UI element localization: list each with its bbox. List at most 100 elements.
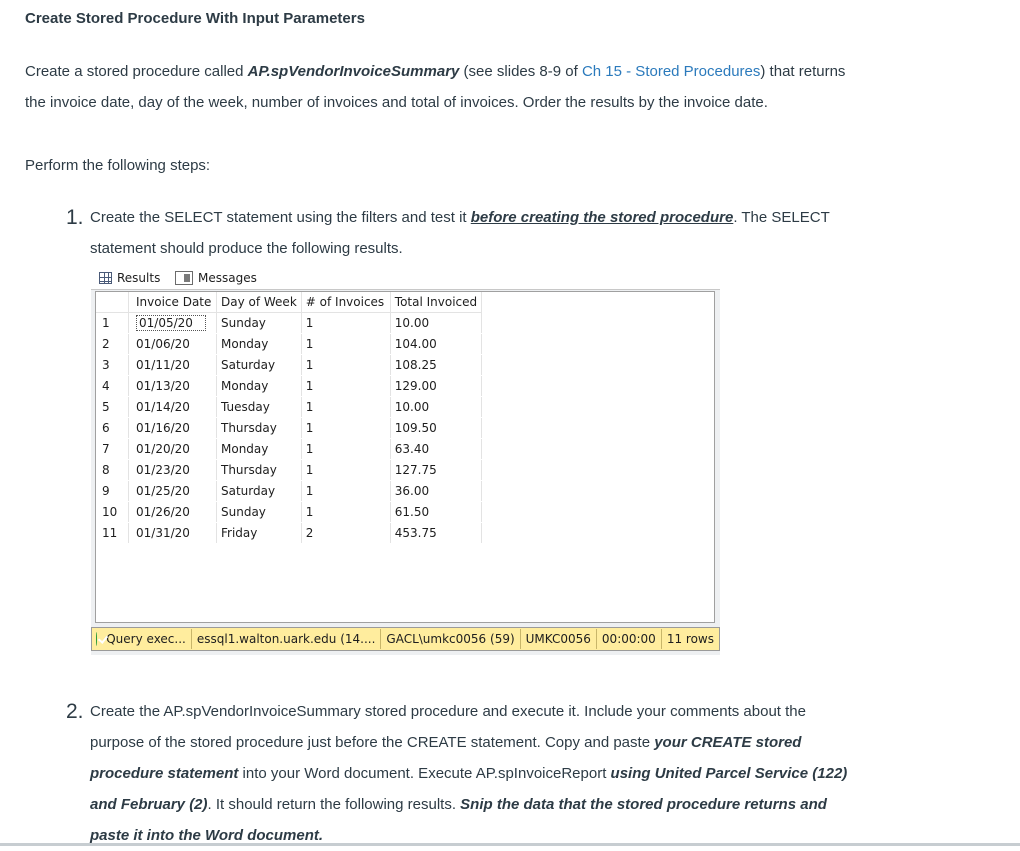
- table-row[interactable]: 4 01/13/20 Monday 1 129.00: [96, 375, 483, 397]
- database-name: UMKC0056: [521, 629, 597, 649]
- row-number: 10: [96, 501, 129, 523]
- column-header[interactable]: Invoice Date: [128, 292, 217, 313]
- status-bar: Query exec... essql1.walton.uark.edu (14…: [91, 627, 720, 651]
- row-number: 2: [96, 333, 129, 355]
- table-row[interactable]: 8 01/23/20 Thursday 1 127.75: [96, 459, 483, 481]
- success-check-icon: [96, 632, 98, 646]
- total-invoiced-cell[interactable]: 10.00: [390, 312, 483, 334]
- step-text: . The SELECT: [733, 209, 830, 226]
- total-invoiced-cell[interactable]: 127.75: [390, 459, 483, 481]
- table-row[interactable]: 1 01/05/20 Sunday 1 10.00: [96, 312, 483, 334]
- emphasis-text: paste it into the Word document.: [90, 827, 324, 844]
- tab-results[interactable]: Results: [99, 269, 160, 287]
- day-of-week-cell[interactable]: Friday: [216, 522, 302, 544]
- total-invoiced-cell[interactable]: 129.00: [390, 375, 483, 397]
- total-invoiced-cell[interactable]: 104.00: [390, 333, 483, 355]
- row-number: 4: [96, 375, 129, 397]
- day-of-week-cell[interactable]: Monday: [216, 375, 302, 397]
- total-invoiced-cell[interactable]: 61.50: [390, 501, 483, 523]
- total-invoiced-cell[interactable]: 36.00: [390, 480, 483, 502]
- table-row[interactable]: 6 01/16/20 Thursday 1 109.50: [96, 417, 483, 439]
- user-name: GACL\umkc0056 (59): [381, 629, 521, 649]
- day-of-week-cell[interactable]: Monday: [216, 438, 302, 460]
- row-number: 11: [96, 522, 129, 544]
- total-invoiced-cell[interactable]: 10.00: [390, 396, 483, 418]
- invoice-date-cell[interactable]: 01/11/20: [128, 354, 217, 376]
- invoice-count-cell[interactable]: 1: [301, 312, 391, 334]
- day-of-week-cell[interactable]: Sunday: [216, 312, 302, 334]
- invoice-count-cell[interactable]: 1: [301, 501, 391, 523]
- day-of-week-cell[interactable]: Sunday: [216, 501, 302, 523]
- tab-label: Results: [117, 271, 161, 285]
- tab-messages[interactable]: Messages: [175, 269, 257, 287]
- invoice-count-cell[interactable]: 1: [301, 396, 391, 418]
- table-row[interactable]: 9 01/25/20 Saturday 1 36.00: [96, 480, 483, 502]
- column-header[interactable]: # of Invoices: [301, 292, 391, 313]
- invoice-date-cell[interactable]: 01/23/20: [128, 459, 217, 481]
- table-row[interactable]: 7 01/20/20 Monday 1 63.40: [96, 438, 483, 460]
- invoice-date-cell[interactable]: 01/31/20: [128, 522, 217, 544]
- intro-text: ) that returns: [760, 63, 846, 80]
- day-of-week-cell[interactable]: Monday: [216, 333, 302, 355]
- invoice-count-cell[interactable]: 2: [301, 522, 391, 544]
- invoice-date-cell[interactable]: 01/25/20: [128, 480, 217, 502]
- row-number: 5: [96, 396, 129, 418]
- row-number: 8: [96, 459, 129, 481]
- table-row[interactable]: 11 01/31/20 Friday 2 453.75: [96, 522, 483, 544]
- step-2: 2. Create the AP.spVendorInvoiceSummary …: [66, 696, 866, 844]
- step-text: purpose of the stored procedure just bef…: [90, 734, 655, 751]
- emphasis-text: before creating the stored procedure: [470, 209, 734, 226]
- messages-icon: [175, 271, 193, 285]
- intro-text: Create a stored procedure called: [25, 63, 248, 80]
- emphasis-text: your CREATE stored: [654, 734, 802, 751]
- invoice-date-cell[interactable]: 01/20/20: [128, 438, 217, 460]
- day-of-week-cell[interactable]: Saturday: [216, 354, 302, 376]
- procedure-name: AP.spVendorInvoiceSummary: [247, 63, 460, 80]
- step-number: 2.: [66, 700, 84, 723]
- results-table: Invoice Date Day of Week # of Invoices T…: [96, 292, 483, 544]
- column-header[interactable]: Total Invoiced: [390, 292, 483, 313]
- header-row: Invoice Date Day of Week # of Invoices T…: [96, 292, 483, 313]
- invoice-count-cell[interactable]: 1: [301, 354, 391, 376]
- total-invoiced-cell[interactable]: 453.75: [390, 522, 483, 544]
- table-row[interactable]: 10 01/26/20 Sunday 1 61.50: [96, 501, 483, 523]
- invoice-date-cell[interactable]: 01/16/20: [128, 417, 217, 439]
- invoice-date-cell[interactable]: 01/05/20: [128, 312, 217, 334]
- day-of-week-cell[interactable]: Thursday: [216, 417, 302, 439]
- step-text: . It should return the following results…: [207, 796, 461, 813]
- row-count: 11 rows: [666, 632, 714, 646]
- steps-intro: Perform the following steps:: [25, 157, 211, 174]
- invoice-count-cell[interactable]: 1: [301, 417, 391, 439]
- step-text: statement should produce the following r…: [90, 240, 403, 257]
- day-of-week-cell[interactable]: Thursday: [216, 459, 302, 481]
- invoice-date-cell[interactable]: 01/06/20: [128, 333, 217, 355]
- row-number: 7: [96, 438, 129, 460]
- step-text: Create the AP.spVendorInvoiceSummary sto…: [90, 703, 806, 720]
- day-of-week-cell[interactable]: Saturday: [216, 480, 302, 502]
- total-invoiced-cell[interactable]: 109.50: [390, 417, 483, 439]
- results-grid[interactable]: Invoice Date Day of Week # of Invoices T…: [95, 291, 715, 623]
- chapter-link[interactable]: Ch 15 - Stored Procedures: [582, 63, 760, 80]
- step-text: Create the SELECT statement using the fi…: [90, 209, 471, 226]
- results-tab-strip: Results Messages: [91, 265, 720, 290]
- total-invoiced-cell[interactable]: 108.25: [390, 354, 483, 376]
- invoice-count-cell[interactable]: 1: [301, 459, 391, 481]
- invoice-count-cell[interactable]: 1: [301, 333, 391, 355]
- query-status: Query exec...: [101, 629, 192, 649]
- row-number: 6: [96, 417, 129, 439]
- table-row[interactable]: 5 01/14/20 Tuesday 1 10.00: [96, 396, 483, 418]
- intro-text: (see slides 8-9 of: [459, 63, 582, 80]
- invoice-date-cell[interactable]: 01/14/20: [128, 396, 217, 418]
- invoice-date-cell[interactable]: 01/26/20: [128, 501, 217, 523]
- day-of-week-cell[interactable]: Tuesday: [216, 396, 302, 418]
- emphasis-text: using United Parcel Service (122): [610, 765, 848, 782]
- column-header[interactable]: Day of Week: [216, 292, 302, 313]
- invoice-count-cell[interactable]: 1: [301, 438, 391, 460]
- row-number: 1: [96, 312, 129, 334]
- table-row[interactable]: 3 01/11/20 Saturday 1 108.25: [96, 354, 483, 376]
- table-row[interactable]: 2 01/06/20 Monday 1 104.00: [96, 333, 483, 355]
- total-invoiced-cell[interactable]: 63.40: [390, 438, 483, 460]
- invoice-count-cell[interactable]: 1: [301, 480, 391, 502]
- invoice-date-cell[interactable]: 01/13/20: [128, 375, 217, 397]
- invoice-count-cell[interactable]: 1: [301, 375, 391, 397]
